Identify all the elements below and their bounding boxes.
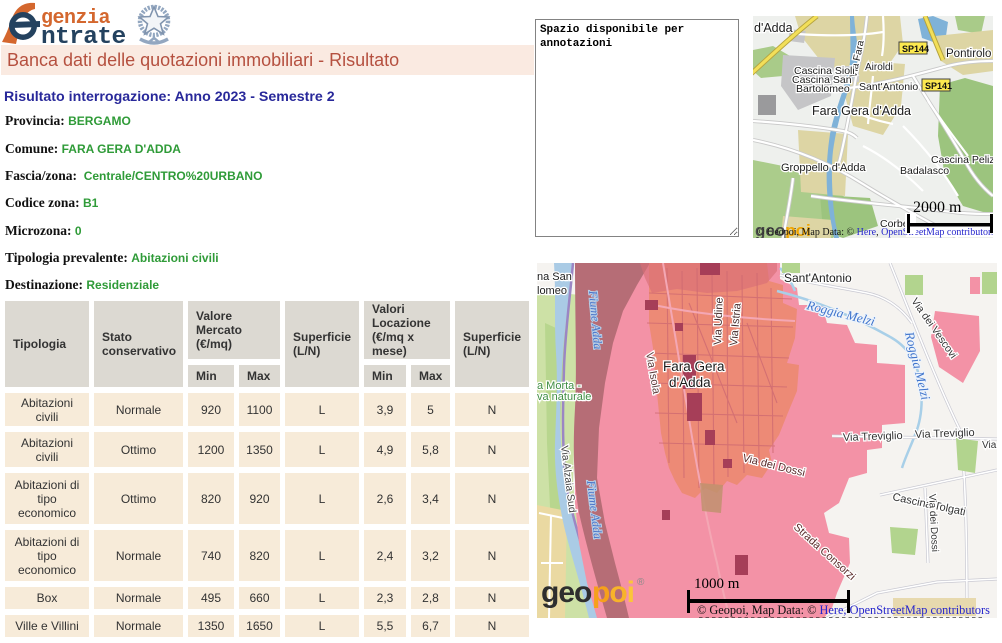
- svg-text:Via Treviglio: Via Treviglio: [843, 430, 903, 444]
- svg-text:Badalasco: Badalasco: [900, 165, 949, 177]
- svg-text:Via: Via: [982, 440, 997, 451]
- svg-text:lomeo: lomeo: [537, 285, 567, 297]
- svg-text:SP141: SP141: [925, 81, 952, 91]
- svg-text:d'Adda: d'Adda: [754, 21, 793, 35]
- svg-text:Sant'Antonio: Sant'Antonio: [784, 271, 852, 285]
- svg-text:geo: geo: [541, 576, 592, 609]
- svg-text:© Geopoi, Map Data: © Here, Op: © Geopoi, Map Data: © Here, OpenStreetMa…: [757, 227, 993, 238]
- svg-text:SP144: SP144: [902, 44, 929, 54]
- svg-text:Cascina Peliza: Cascina Peliza: [931, 154, 993, 166]
- svg-text:poi: poi: [592, 576, 634, 609]
- svg-text:Fara Gera d'Adda: Fara Gera d'Adda: [812, 104, 911, 118]
- svg-text:va naturale: va naturale: [537, 391, 591, 403]
- svg-text:na San: na San: [537, 271, 572, 283]
- svg-text:Via Udine: Via Udine: [712, 297, 726, 345]
- svg-text:Fara Gera: Fara Gera: [663, 359, 725, 374]
- svg-text:Groppello d'Adda: Groppello d'Adda: [781, 162, 867, 174]
- svg-text:d'Adda: d'Adda: [669, 375, 711, 390]
- svg-text:Via Treviglio: Via Treviglio: [915, 427, 975, 441]
- svg-text:1000 m: 1000 m: [694, 576, 740, 592]
- svg-text:Airoldi: Airoldi: [865, 62, 893, 73]
- svg-text:Pontirolo: Pontirolo: [946, 48, 991, 60]
- svg-text:ntrate: ntrate: [41, 24, 126, 47]
- svg-text:Sant'Antonio: Sant'Antonio: [859, 81, 918, 93]
- svg-text:2000 m: 2000 m: [913, 199, 962, 216]
- svg-text:Bartolomeo: Bartolomeo: [796, 83, 850, 95]
- svg-text:© Geopoi, Map Data: © Here, Op: © Geopoi, Map Data: © Here, OpenStreetMa…: [697, 603, 990, 617]
